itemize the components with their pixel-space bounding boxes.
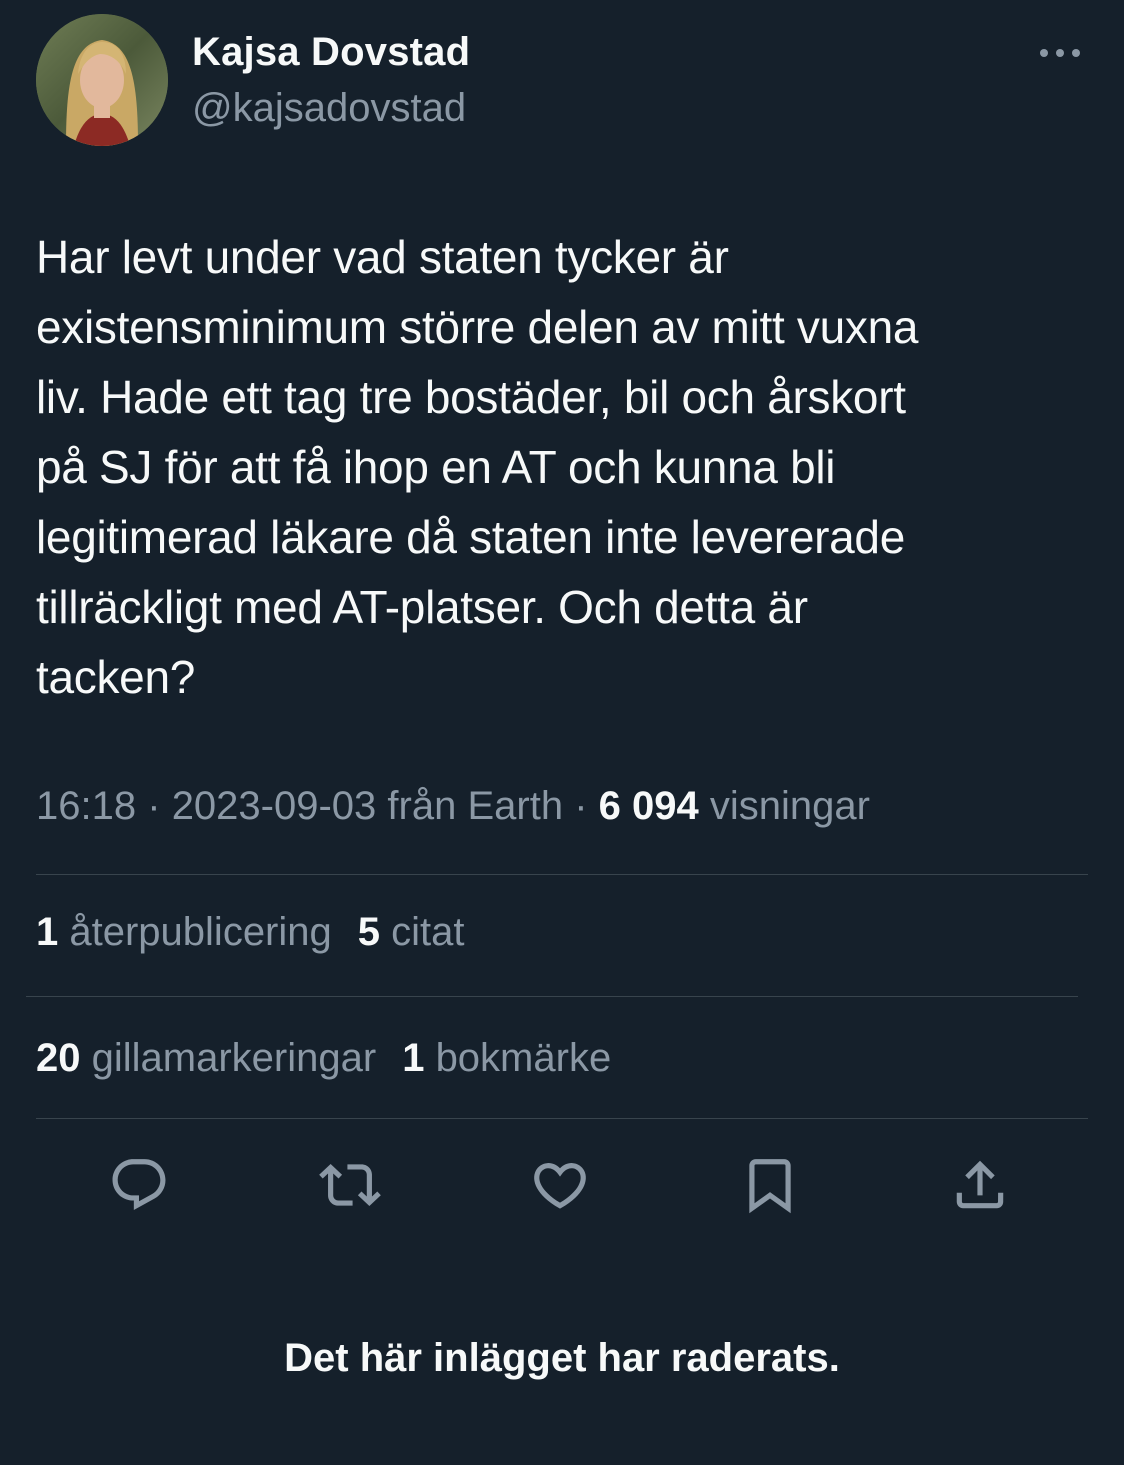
quotes-count: 5	[357, 910, 381, 954]
share-button[interactable]	[945, 1152, 1015, 1222]
author-handle[interactable]: @kajsadovstad	[192, 86, 466, 131]
tweet-text-line: existensminimum större delen av mitt vux…	[36, 301, 919, 353]
bookmarks-count: 1	[402, 1036, 425, 1080]
retweet-button[interactable]	[315, 1152, 385, 1222]
tweet-text-line: liv. Hade ett tag tre bostäder, bil och …	[36, 371, 906, 423]
tweet-text-line: på SJ för att få ihop en AT och kunna bl…	[36, 441, 836, 493]
author-display-name[interactable]: Kajsa Dovstad	[192, 30, 470, 75]
tweet-text-line: tacken?	[36, 651, 196, 703]
reposts-label: återpublicering	[69, 910, 332, 954]
divider	[26, 996, 1078, 997]
bookmarks-label: bokmärke	[435, 1036, 612, 1080]
divider	[36, 1118, 1088, 1119]
tweet-text-line: Har levt under vad staten tycker är	[36, 231, 729, 283]
quotes-label: citat	[391, 910, 465, 954]
tweet-time[interactable]: 16:18	[36, 784, 136, 828]
avatar[interactable]	[36, 14, 168, 146]
views-count: 6 094	[598, 784, 699, 828]
meta-separator: ·	[147, 784, 161, 828]
more-options-icon[interactable]	[1036, 38, 1086, 68]
tweet-text-line: legitimerad läkare då staten inte levere…	[36, 511, 905, 563]
tweet-source: från Earth	[387, 784, 564, 828]
action-bar	[0, 1152, 1124, 1222]
bookmarks-stat[interactable]: 1 bokmärke	[402, 1036, 611, 1080]
deleted-notice: Det här inlägget har raderats.	[284, 1336, 840, 1380]
like-button[interactable]	[525, 1152, 595, 1222]
likes-count: 20	[36, 1036, 81, 1080]
quotes-stat[interactable]: 5 citat	[358, 910, 465, 954]
bookmark-icon	[739, 1154, 801, 1221]
tweet-text: Har levt under vad staten tycker är exis…	[36, 222, 1076, 712]
reply-icon	[108, 1154, 170, 1221]
tweet-date[interactable]: 2023-09-03	[172, 784, 377, 828]
divider	[36, 874, 1088, 875]
tweet-text-line: tillräckligt med AT-platser. Och detta ä…	[36, 581, 808, 633]
heart-icon	[529, 1154, 591, 1221]
tweet-meta: 16:18 · 2023-09-03 från Earth · 6 094 vi…	[36, 784, 870, 829]
bookmark-button[interactable]	[735, 1152, 805, 1222]
retweet-icon	[319, 1154, 381, 1221]
likes-stat[interactable]: 20 gillamarkeringar	[36, 1036, 376, 1080]
stats-row-reposts: 1 återpublicering 5 citat	[36, 910, 465, 955]
stats-row-likes: 20 gillamarkeringar 1 bokmärke	[36, 1036, 611, 1081]
reposts-count: 1	[36, 910, 59, 954]
likes-label: gillamarkeringar	[91, 1036, 377, 1080]
reply-button[interactable]	[104, 1152, 174, 1222]
meta-separator: ·	[574, 784, 588, 828]
reposts-stat[interactable]: 1 återpublicering	[36, 910, 332, 954]
share-icon	[949, 1154, 1011, 1221]
views-label: visningar	[709, 784, 870, 828]
